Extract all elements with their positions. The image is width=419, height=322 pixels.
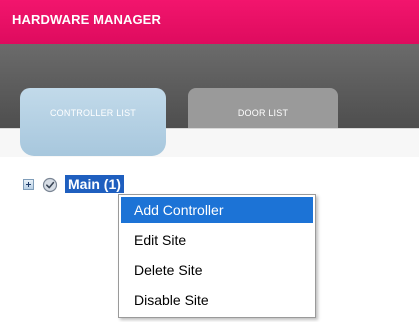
app-title: HARDWARE MANAGER xyxy=(12,12,161,27)
app-header: HARDWARE MANAGER xyxy=(0,0,419,44)
menu-item-disable-site[interactable]: Disable Site xyxy=(121,287,313,313)
menu-item-add-controller[interactable]: Add Controller xyxy=(121,197,313,223)
tab-door-list-label: DOOR LIST xyxy=(237,108,289,118)
plus-expand-icon[interactable] xyxy=(23,179,34,190)
tab-controller-list[interactable]: CONTROLLER LIST xyxy=(20,88,166,156)
menu-item-label: Edit Site xyxy=(134,232,187,248)
menu-item-label: Delete Site xyxy=(134,262,203,278)
menu-item-edit-site[interactable]: Edit Site xyxy=(121,227,313,253)
tree-node-label[interactable]: Main (1) xyxy=(65,175,124,193)
menu-item-label: Disable Site xyxy=(134,292,209,308)
tab-door-list[interactable]: DOOR LIST xyxy=(188,88,338,128)
menu-item-label: Add Controller xyxy=(134,202,224,218)
tab-controller-list-label: CONTROLLER LIST xyxy=(49,108,137,118)
site-status-icon xyxy=(42,177,58,193)
context-menu: Add Controller Edit Site Delete Site Dis… xyxy=(118,194,316,318)
menu-item-delete-site[interactable]: Delete Site xyxy=(121,257,313,283)
